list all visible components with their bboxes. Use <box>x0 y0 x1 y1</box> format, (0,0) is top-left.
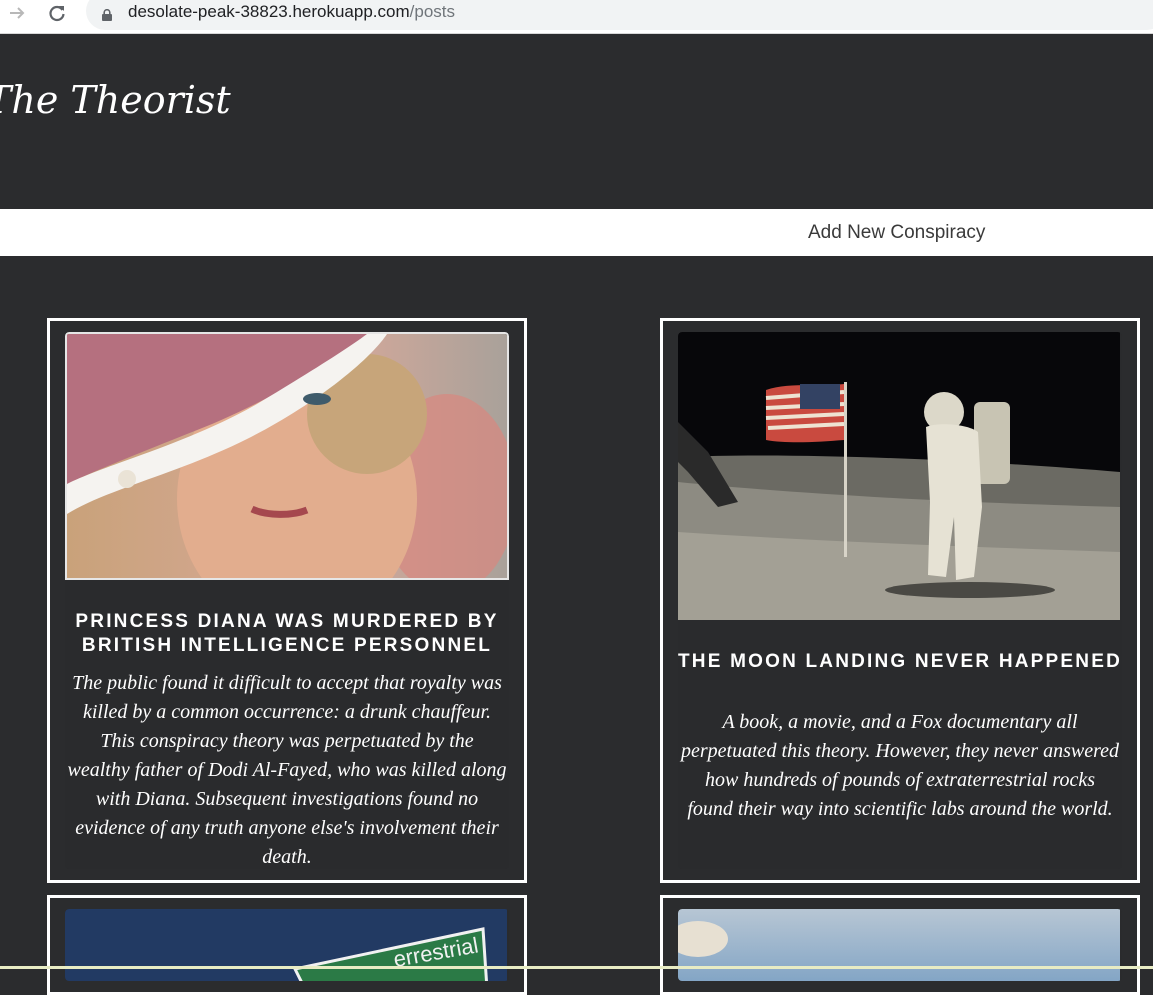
post-card <box>660 895 1140 995</box>
post-title[interactable]: THE MOON LANDING NEVER HAPPENED <box>678 650 1122 674</box>
post-card-body: PRINCESS DIANA WAS MURDERED BY BRITISH I… <box>65 332 509 869</box>
forward-icon[interactable] <box>4 0 30 25</box>
lock-icon <box>102 6 112 21</box>
reload-icon[interactable] <box>44 0 70 25</box>
post-title[interactable]: PRINCESS DIANA WAS MURDERED BY BRITISH I… <box>65 610 509 658</box>
post-image-sky[interactable] <box>678 909 1122 981</box>
url-path: /posts <box>409 2 455 21</box>
post-body: The public found it difficult to accept … <box>67 672 507 868</box>
url-text[interactable]: desolate-peak-38823.herokuapp.com/posts <box>128 2 455 22</box>
site-header: The Theorist <box>0 34 1153 209</box>
browser-toolbar: desolate-peak-38823.herokuapp.com/posts <box>0 0 1153 34</box>
navbar: Add New Conspiracy <box>0 209 1153 256</box>
site-title[interactable]: The Theorist <box>0 78 231 122</box>
post-body: A book, a movie, and a Fox documentary a… <box>680 711 1120 820</box>
post-image-moon[interactable] <box>678 332 1122 620</box>
post-image-diana[interactable] <box>65 332 509 580</box>
post-card-body: errestrial <box>65 909 509 981</box>
post-card: errestrial <box>47 895 527 995</box>
post-image-extraterrestrial[interactable]: errestrial <box>65 909 509 981</box>
post-card-body: THE MOON LANDING NEVER HAPPENED A book, … <box>678 332 1122 869</box>
post-card-body <box>678 909 1122 981</box>
url-host: desolate-peak-38823.herokuapp.com <box>128 2 410 21</box>
add-new-conspiracy-link[interactable]: Add New Conspiracy <box>808 222 985 244</box>
post-card: PRINCESS DIANA WAS MURDERED BY BRITISH I… <box>47 318 527 883</box>
post-card: THE MOON LANDING NEVER HAPPENED A book, … <box>660 318 1140 883</box>
